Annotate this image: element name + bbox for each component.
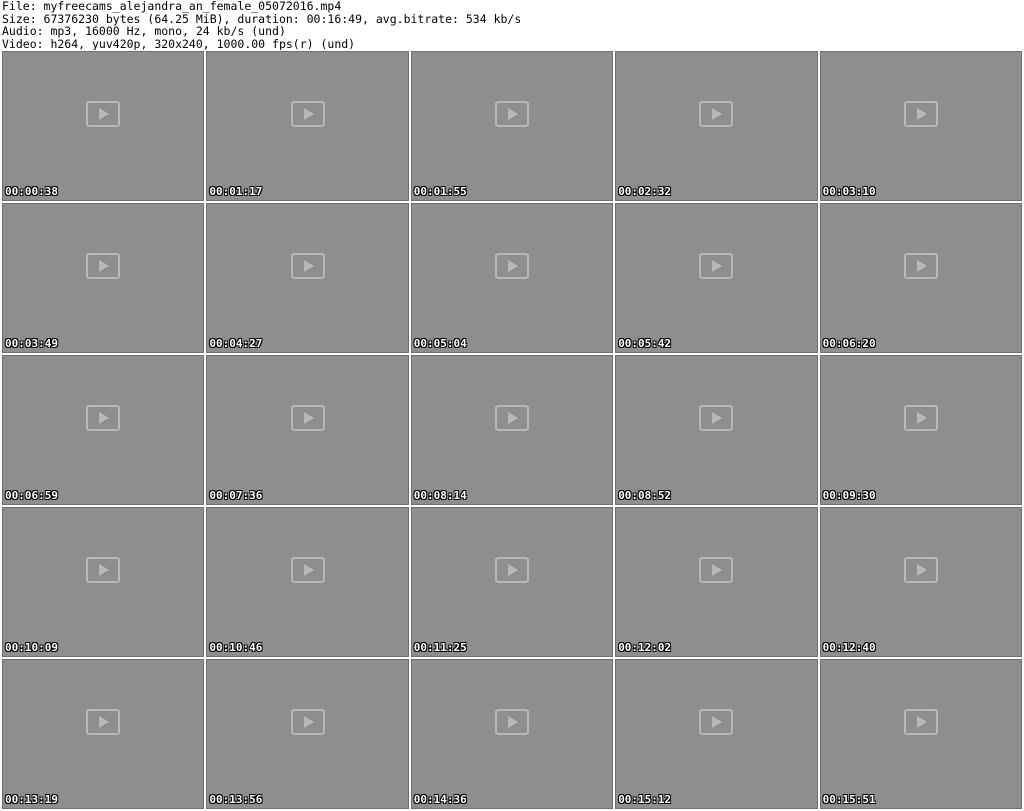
video-frame-icon: [903, 709, 938, 736]
video-frame-icon: [494, 709, 529, 736]
thumbnail-placeholder: 00:10:09: [2, 507, 205, 657]
file-info-header: File: myfreecams_alejandra_an_female_050…: [2, 0, 1022, 50]
video-frame-icon: [903, 253, 938, 280]
thumbnail-timestamp: 00:12:40: [822, 641, 876, 654]
video-frame-icon: [86, 709, 121, 736]
thumbnail-timestamp: 00:04:27: [209, 337, 263, 350]
audio-info-line: Audio: mp3, 16000 Hz, mono, 24 kb/s (und…: [2, 24, 286, 38]
thumbnail-placeholder: 00:06:59: [2, 355, 205, 505]
thumbnail-placeholder: 00:07:36: [206, 355, 409, 505]
thumbnail-placeholder: 00:14:36: [410, 659, 614, 809]
video-frame-icon: [290, 557, 325, 584]
thumbnail-placeholder: 00:03:10: [819, 51, 1022, 201]
thumbnail-timestamp: 00:01:55: [413, 185, 467, 198]
thumbnail-placeholder: 00:03:49: [2, 203, 205, 353]
thumbnail-timestamp: 00:10:09: [5, 641, 58, 654]
video-frame-icon: [699, 557, 734, 584]
video-frame-icon: [494, 253, 529, 280]
thumbnail-timestamp: 00:06:20: [822, 337, 876, 350]
video-frame-icon: [699, 253, 734, 280]
video-frame-icon: [290, 709, 325, 736]
thumbnail-timestamp: 00:08:52: [618, 489, 672, 502]
thumbnail-timestamp: 00:10:46: [209, 641, 263, 654]
thumbnail-placeholder: 00:12:02: [615, 507, 818, 657]
video-frame-icon: [290, 253, 325, 280]
thumbnail-placeholder: 00:09:30: [819, 355, 1022, 505]
thumbnail-timestamp: 00:15:12: [618, 793, 672, 806]
video-frame-icon: [86, 405, 121, 432]
thumbnail-placeholder: 00:08:52: [615, 355, 818, 505]
video-frame-icon: [86, 557, 121, 584]
video-frame-icon: [903, 405, 938, 432]
thumbnail-timestamp: 00:13:56: [209, 793, 263, 806]
video-frame-icon: [699, 709, 734, 736]
thumbnail-placeholder: 00:02:32: [615, 51, 818, 201]
thumbnail-timestamp: 00:05:42: [618, 337, 672, 350]
thumbnail-timestamp: 00:05:04: [413, 337, 467, 350]
thumbnail-placeholder: 00:10:46: [206, 507, 409, 657]
thumbnail-placeholder: 00:11:25: [410, 507, 614, 657]
thumbnail-placeholder: 00:12:40: [819, 507, 1022, 657]
thumbnail-placeholder: 00:06:20: [819, 203, 1022, 353]
thumbnail-grid: 00:00:38 00:01:17 00:01:55 00:02:32 00:03:10…: [2, 51, 1022, 809]
video-frame-icon: [494, 557, 529, 584]
thumbnail-placeholder: 00:01:55: [410, 51, 614, 201]
video-frame-icon: [903, 557, 938, 584]
video-frame-icon: [494, 101, 529, 128]
video-frame-icon: [86, 253, 121, 280]
thumbnail-timestamp: 00:03:49: [5, 337, 58, 350]
thumbnail-timestamp: 00:09:30: [822, 489, 876, 502]
video-frame-icon: [699, 101, 734, 128]
thumbnail-timestamp: 00:08:14: [413, 489, 467, 502]
video-frame-icon: [86, 101, 121, 128]
thumbnail-placeholder: 00:15:12: [615, 659, 818, 809]
video-frame-icon: [699, 405, 734, 432]
video-frame-icon: [290, 405, 325, 432]
thumbnail-placeholder: 00:05:04: [410, 203, 614, 353]
thumbnail-placeholder: 00:01:17: [206, 51, 409, 201]
thumbnail-placeholder: 00:15:51: [819, 659, 1022, 809]
thumbnail-timestamp: 00:15:51: [822, 793, 876, 806]
thumbnail-timestamp: 00:07:36: [209, 489, 263, 502]
thumbnail-timestamp: 00:06:59: [5, 489, 58, 502]
thumbnail-timestamp: 00:01:17: [209, 185, 263, 198]
thumbnail-placeholder: 00:13:56: [206, 659, 409, 809]
thumbnail-timestamp: 00:13:19: [5, 793, 58, 806]
thumbnail-placeholder: 00:05:42: [615, 203, 818, 353]
thumbnail-timestamp: 00:03:10: [822, 185, 876, 198]
thumbnail-placeholder: 00:08:14: [410, 355, 614, 505]
video-info-line: Video: h264, yuv420p, 320x240, 1000.00 f…: [2, 36, 356, 50]
thumbnail-timestamp: 00:11:25: [413, 641, 467, 654]
thumbnail-placeholder: 00:00:38: [2, 51, 205, 201]
video-frame-icon: [903, 101, 938, 128]
thumbnail-timestamp: 00:00:38: [5, 185, 58, 198]
thumbnail-placeholder: 00:04:27: [206, 203, 409, 353]
video-frame-icon: [494, 405, 529, 432]
thumbnail-placeholder: 00:13:19: [2, 659, 205, 809]
file-name-line: File: myfreecams_alejandra_an_female_050…: [2, 0, 342, 13]
thumbnail-timestamp: 00:02:32: [618, 185, 672, 198]
thumbnail-timestamp: 00:12:02: [618, 641, 672, 654]
video-frame-icon: [290, 101, 325, 128]
thumbnail-timestamp: 00:14:36: [413, 793, 467, 806]
